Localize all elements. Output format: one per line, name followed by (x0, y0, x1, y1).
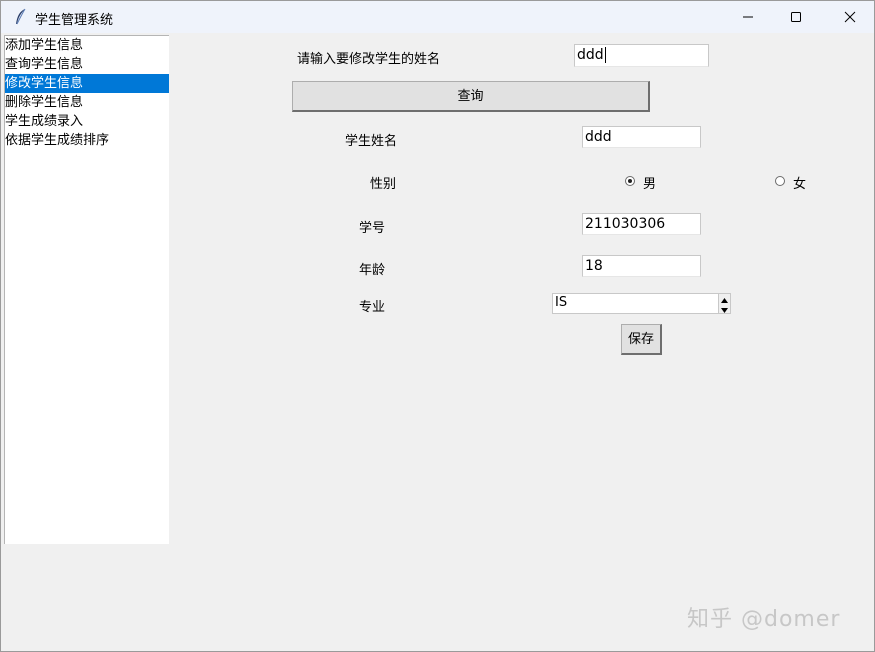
gender-label: 性别 (370, 177, 397, 192)
app-window: 学生管理系统 添加学生信息 查询学生信息 修改学生信息 删除学生信息 学生成绩录… (0, 0, 875, 652)
menu-item-modify-student[interactable]: 修改学生信息 (5, 74, 169, 93)
name-label: 学生姓名 (345, 134, 398, 149)
spin-up-button[interactable] (719, 294, 730, 303)
gender-radio-female[interactable]: 女 (775, 173, 815, 192)
menu-item-delete-student[interactable]: 删除学生信息 (5, 93, 169, 112)
query-button-label: 查询 (457, 89, 484, 104)
menu-item-enter-grades[interactable]: 学生成绩录入 (5, 112, 169, 131)
save-button-label: 保存 (627, 332, 654, 347)
radio-circle-icon (775, 176, 785, 186)
major-value: IS (555, 295, 568, 310)
major-label: 专业 (359, 300, 386, 315)
close-icon (844, 11, 856, 23)
search-input-value: ddd (577, 47, 604, 63)
menu-item-query-student[interactable]: 查询学生信息 (5, 55, 169, 74)
menu-item-add-student[interactable]: 添加学生信息 (5, 36, 169, 55)
menu-item-sort-by-grades[interactable]: 依据学生成绩排序 (5, 131, 169, 150)
major-spinbox[interactable]: IS (552, 293, 731, 314)
minimize-icon (743, 16, 753, 18)
feather-icon (13, 8, 27, 26)
name-input[interactable]: ddd (582, 126, 701, 148)
arrow-down-icon (721, 308, 728, 313)
title-bar[interactable]: 学生管理系统 (1, 1, 874, 33)
close-button[interactable] (827, 1, 873, 33)
student-id-label: 学号 (359, 221, 386, 236)
radio-dot-icon (628, 179, 632, 183)
search-prompt-label: 请输入要修改学生的姓名 (297, 52, 441, 67)
student-id-value: 211030306 (585, 216, 666, 232)
gender-male-label: 男 (643, 177, 657, 192)
age-input[interactable]: 18 (582, 255, 701, 277)
radio-circle-icon (625, 176, 635, 186)
minimize-button[interactable] (725, 1, 771, 33)
age-value: 18 (585, 258, 603, 274)
name-input-value: ddd (585, 129, 612, 145)
student-id-input[interactable]: 211030306 (582, 213, 701, 235)
window-title: 学生管理系统 (35, 13, 114, 28)
maximize-icon (791, 12, 801, 22)
age-label: 年龄 (359, 263, 386, 278)
menu-listbox[interactable]: 添加学生信息 查询学生信息 修改学生信息 删除学生信息 学生成绩录入 依据学生成… (4, 35, 169, 544)
save-button[interactable]: 保存 (621, 324, 662, 355)
watermark: 知乎 @domer (687, 607, 841, 632)
search-name-input[interactable]: ddd (574, 44, 709, 67)
spin-buttons (718, 294, 730, 313)
spin-down-button[interactable] (719, 304, 730, 313)
gender-female-label: 女 (793, 177, 807, 192)
query-button[interactable]: 查询 (292, 81, 650, 112)
gender-radio-male[interactable]: 男 (625, 173, 665, 192)
maximize-button[interactable] (773, 1, 819, 33)
text-caret (604, 47, 606, 63)
